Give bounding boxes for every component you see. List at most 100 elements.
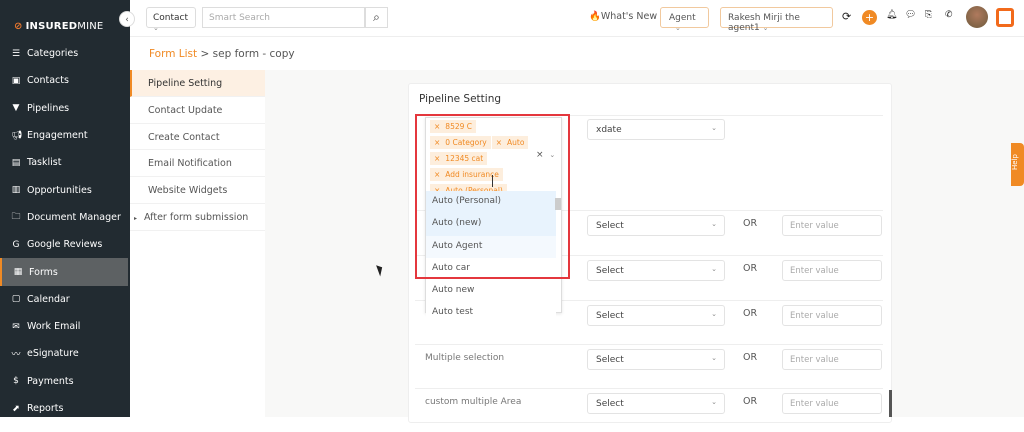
chart-icon: ⬈ (12, 403, 20, 414)
search-icon[interactable]: ⌕ (365, 7, 388, 28)
contact-type-select[interactable]: Contact ⌄ (146, 7, 196, 32)
dropdown-option[interactable]: Auto new (426, 280, 556, 303)
form-settings-nav: Pipeline Setting Contact Update Create Con… (130, 70, 265, 231)
form-nav-label: Email Notification (148, 158, 232, 170)
inbox-icon[interactable]: ⎘ (925, 10, 932, 20)
refresh-icon[interactable]: ⟳ (842, 10, 851, 23)
sidebar-item-contacts[interactable]: ▣ Contacts (0, 67, 128, 94)
sidebar-item-label: Contacts (27, 75, 69, 87)
form-nav-item[interactable]: Create Contact (130, 124, 265, 151)
pipeline-row: custom multiple Area Select ⌄ OR Enter va… (415, 388, 883, 432)
chevron-down-icon: ⌄ (711, 265, 717, 273)
value-input[interactable]: Enter value (782, 393, 882, 414)
caret-right-icon: ▸ (134, 214, 138, 222)
folder-icon: 🗀 (11, 212, 21, 223)
row-select[interactable]: Select ⌄ (587, 349, 725, 370)
form-nav-item[interactable]: Pipeline Setting (130, 70, 265, 97)
form-nav-label: Contact Update (148, 104, 223, 116)
form-nav-item[interactable]: ▸ After form submission (130, 204, 265, 231)
row-select[interactable]: Select ⌄ (587, 260, 725, 281)
task-icon: ▤ (11, 157, 21, 168)
avatar[interactable] (966, 6, 988, 28)
breadcrumb-form-list-link[interactable]: Form List (149, 48, 197, 60)
sidebar: ⊘ INSUREDMINE ☰ Categories ▣ Contacts ▼ Pipeli… (0, 0, 130, 417)
sidebar-item-work-email[interactable]: ✉ Work Email (0, 313, 128, 340)
whats-new-link[interactable]: 🔥What's New (589, 11, 657, 22)
value-input[interactable]: Enter value (782, 215, 882, 236)
row-select-value: Select (596, 221, 624, 231)
sidebar-item-forms[interactable]: ▦ Forms (0, 258, 128, 286)
sidebar-item-opportunities[interactable]: ▥ Opportunities (0, 176, 128, 203)
form-nav-item[interactable]: Contact Update (130, 97, 265, 124)
brand-app-icon[interactable] (996, 8, 1014, 27)
agent-name-select[interactable]: Rakesh Mirji the agent1 ⌄ (720, 7, 833, 33)
card-title: Pipeline Setting (419, 93, 502, 105)
sidebar-item-label: Document Manager (27, 211, 121, 223)
chevron-down-icon: ⌄ (711, 398, 717, 406)
dropdown-option[interactable]: Auto test (426, 302, 556, 325)
agent-select[interactable]: Agent ⌄ (660, 7, 709, 32)
sidebar-item-label: Google Reviews (27, 239, 103, 251)
collapse-sidebar-button[interactable]: ‹ (119, 11, 135, 27)
add-button[interactable]: + (862, 10, 877, 25)
form-icon: ▦ (13, 267, 23, 278)
breadcrumb: Form List > sep form - copy (149, 48, 295, 60)
form-nav-label: Pipeline Setting (148, 78, 223, 89)
chevron-down-icon: ⌄ (711, 220, 717, 228)
sidebar-item-reports[interactable]: ⬈ Reports (0, 395, 128, 422)
row-select[interactable]: Select ⌄ (587, 215, 725, 236)
sidebar-item-label: Payments (27, 375, 74, 387)
sidebar-item-label: Tasklist (27, 157, 62, 169)
sidebar-item-label: Forms (29, 266, 58, 278)
first-row-select-value: xdate (596, 125, 622, 135)
megaphone-icon: 📢︎ (11, 130, 23, 141)
smart-search-input[interactable]: Smart Search (202, 7, 365, 28)
value-input[interactable]: Enter value (782, 260, 882, 281)
value-input[interactable]: Enter value (782, 349, 882, 370)
form-nav-item[interactable]: Website Widgets (130, 177, 265, 204)
sidebar-item-document-manager[interactable]: 🗀 Document Manager (0, 204, 128, 231)
chat-icon[interactable]: 💬︎ (905, 10, 916, 20)
or-label: OR (743, 308, 758, 319)
help-tab[interactable]: Help (1011, 143, 1024, 186)
row-select[interactable]: Select ⌄ (587, 393, 725, 414)
sidebar-nav: ☰ Categories ▣ Contacts ▼ Pipelines 📢︎ Engageme… (0, 40, 128, 422)
pipeline-row: Multiple selection Select ⌄ OR Enter valu… (415, 344, 883, 388)
sidebar-item-label: Calendar (27, 293, 70, 305)
list-icon: ☰ (11, 48, 21, 59)
funnel-icon: ▼ (12, 103, 20, 114)
calendar-icon: ▢ (11, 294, 21, 305)
contact-icon: ▣ (11, 75, 21, 86)
logo-icon: ⊘ (14, 21, 23, 32)
page-scrollbar[interactable] (889, 390, 892, 417)
sidebar-item-label: Categories (27, 48, 79, 60)
or-label: OR (743, 352, 758, 363)
signature-icon: 〰 (11, 350, 21, 361)
bell-icon[interactable]: 🔔︎ (886, 10, 897, 20)
form-nav-label: Website Widgets (148, 185, 228, 197)
or-label: OR (743, 263, 758, 274)
sidebar-item-engagement[interactable]: 📢︎ Engagement (0, 122, 128, 149)
contact-select-value: Contact (153, 13, 189, 23)
sidebar-item-tasklist[interactable]: ▤ Tasklist (0, 149, 128, 176)
highlight-box (415, 114, 570, 279)
sidebar-item-payments[interactable]: $ Payments (0, 368, 128, 395)
phone-icon[interactable]: ✆ (945, 10, 953, 20)
mail-icon: ✉ (12, 321, 20, 332)
sidebar-item-label: Engagement (27, 130, 88, 142)
sidebar-item-calendar[interactable]: ▢ Calendar (0, 286, 128, 313)
value-input[interactable]: Enter value (782, 305, 882, 326)
dollar-icon: $ (13, 376, 19, 387)
row-select[interactable]: Select ⌄ (587, 305, 725, 326)
sidebar-item-label: eSignature (27, 348, 79, 360)
sidebar-item-pipelines[interactable]: ▼ Pipelines (0, 95, 128, 122)
or-label: OR (743, 396, 758, 407)
logo[interactable]: ⊘ INSUREDMINE (14, 21, 103, 32)
sidebar-item-google-reviews[interactable]: G Google Reviews (0, 231, 128, 258)
row-select-value: Select (596, 266, 624, 276)
first-row-select[interactable]: xdate ⌄ (587, 119, 725, 140)
form-nav-item[interactable]: Email Notification (130, 150, 265, 178)
sidebar-item-esignature[interactable]: 〰 eSignature (0, 340, 128, 367)
whats-new-label: What's New (600, 11, 658, 22)
sidebar-item-categories[interactable]: ☰ Categories (0, 40, 128, 67)
